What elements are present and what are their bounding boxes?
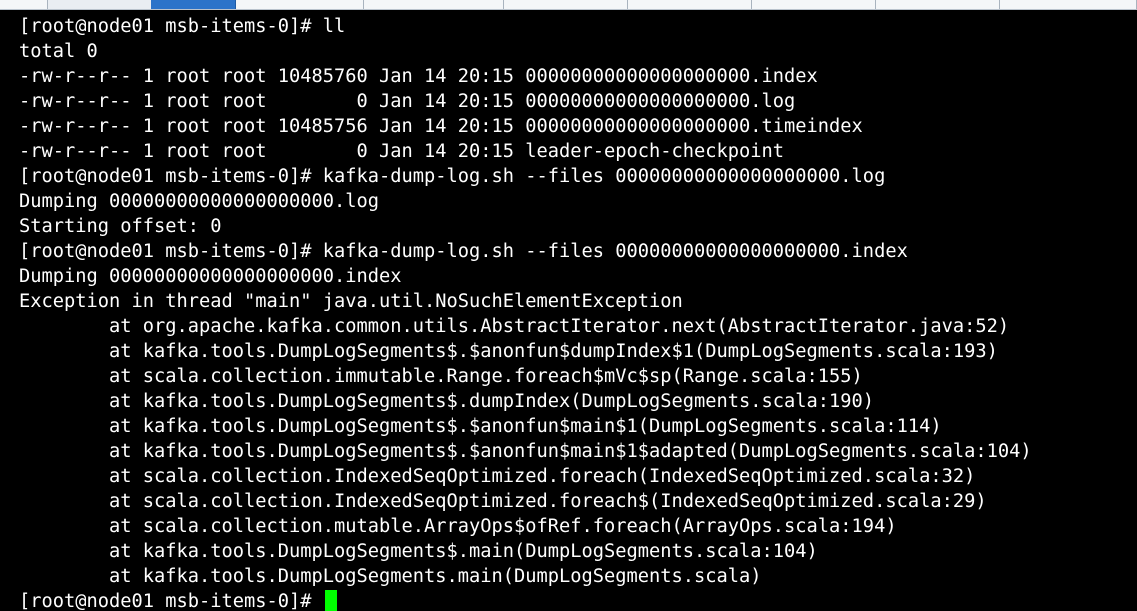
session-tab[interactable] [0,0,48,9]
session-tab[interactable] [364,0,504,9]
terminal-line: -rw-r--r-- 1 root root 0 Jan 14 20:15 00… [19,91,796,112]
terminal-line: at scala.collection.IndexedSeqOptimized.… [19,466,976,487]
session-tab[interactable] [752,0,876,9]
session-tab[interactable] [628,0,752,9]
terminal-line: -rw-r--r-- 1 root root 10485760 Jan 14 2… [19,66,818,87]
session-tab-active[interactable] [151,0,236,9]
terminal-line: [root@node01 msb-items-0]# kafka-dump-lo… [19,241,908,262]
terminal-line: at kafka.tools.DumpLogSegments$.$anonfun… [19,441,1032,462]
terminal-line: at org.apache.kafka.common.utils.Abstrac… [19,316,1010,337]
session-tab[interactable] [504,0,628,9]
session-tab[interactable] [1000,0,1137,9]
terminal-line: -rw-r--r-- 1 root root 10485756 Jan 14 2… [19,116,863,137]
terminal-line: Exception in thread "main" java.util.NoS… [19,291,683,312]
terminal-line: at kafka.tools.DumpLogSegments.main(Dump… [19,566,762,587]
terminal-line: at scala.collection.mutable.ArrayOps$ofR… [19,516,897,537]
session-tab[interactable] [236,0,364,9]
terminal-line: Starting offset: 0 [19,216,222,237]
terminal-line: total 0 [19,41,98,62]
terminal-line: [root@node01 msb-items-0]# kafka-dump-lo… [19,166,886,187]
shell-prompt: [root@node01 msb-items-0]# [19,591,323,611]
terminal-lines: [root@node01 msb-items-0]# ll total 0 -r… [19,14,1032,611]
terminal-line: -rw-r--r-- 1 root root 0 Jan 14 20:15 le… [19,141,785,162]
terminal-output[interactable]: [root@node01 msb-items-0]# ll total 0 -r… [0,10,1137,611]
text-cursor [324,590,337,611]
terminal-line: at kafka.tools.DumpLogSegments$.dumpInde… [19,391,875,412]
terminal-line: Dumping 00000000000000000000.log [19,191,380,212]
terminal-line: at kafka.tools.DumpLogSegments$.$anonfun… [19,341,998,362]
terminal-line: at scala.collection.IndexedSeqOptimized.… [19,491,987,512]
terminal-line: at kafka.tools.DumpLogSegments$.main(Dum… [19,541,818,562]
terminal-line: at scala.collection.immutable.Range.fore… [19,366,863,387]
session-tab[interactable] [876,0,1000,9]
terminal-line: [root@node01 msb-items-0]# ll [19,16,346,37]
terminal-line: at kafka.tools.DumpLogSegments$.$anonfun… [19,416,942,437]
session-tab-bar [0,0,1137,10]
command-prompt-line[interactable]: [root@node01 msb-items-0]# [19,589,1032,611]
terminal-line: Dumping 00000000000000000000.index [19,266,402,287]
